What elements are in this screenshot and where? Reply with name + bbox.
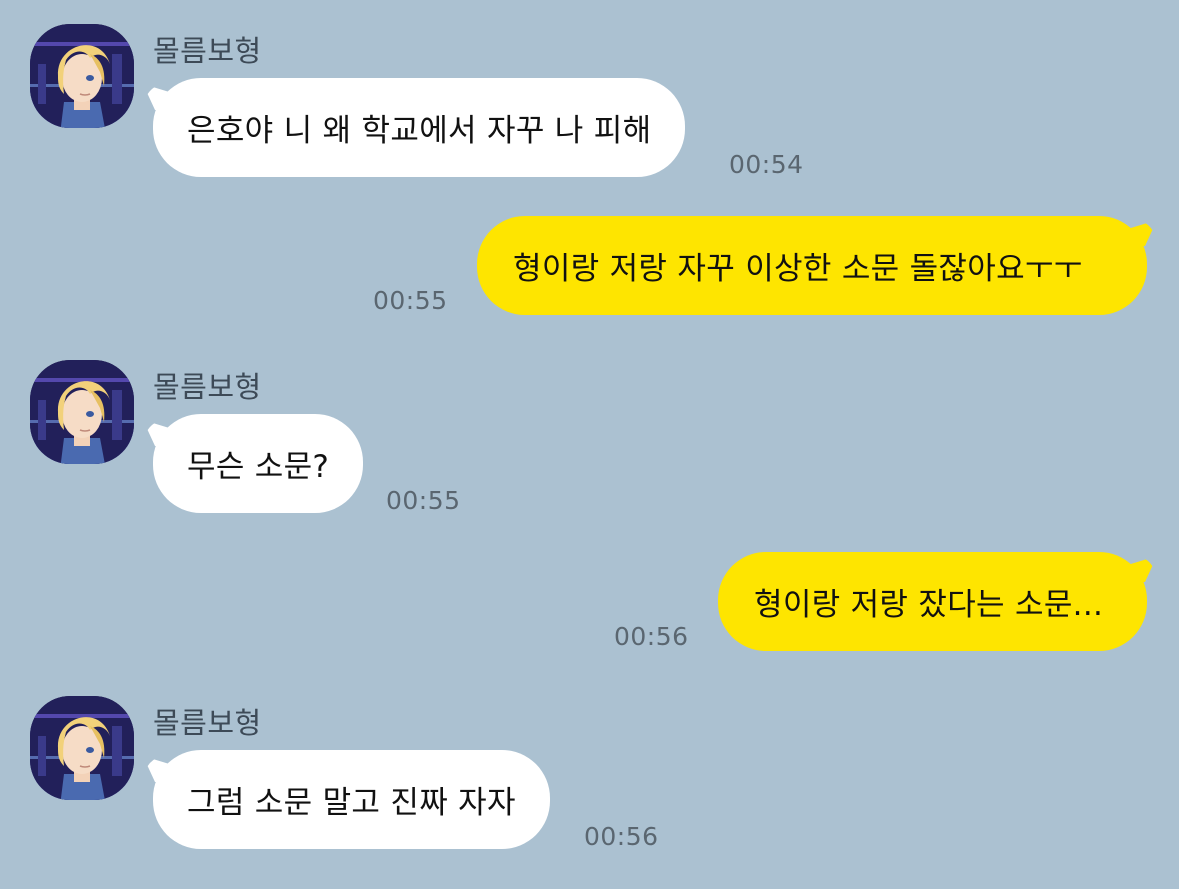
sender-name: 몰름보형 xyxy=(153,34,262,68)
message-bubble[interactable]: 형이랑 저랑 자꾸 이상한 소문 돌잖아요ㅜㅜ xyxy=(477,216,1147,315)
sender-name: 몰름보형 xyxy=(153,370,262,404)
message-text: 그럼 소문 말고 진짜 자자 xyxy=(187,785,516,821)
message-time: 00:54 xyxy=(729,150,804,179)
anime-avatar-icon xyxy=(30,696,134,800)
message-bubble[interactable]: 그럼 소문 말고 진짜 자자 xyxy=(153,750,550,849)
message-time: 00:55 xyxy=(373,286,448,315)
sender-name: 몰름보형 xyxy=(153,706,262,740)
message-bubble[interactable]: 무슨 소문? xyxy=(153,414,364,513)
message-time: 00:56 xyxy=(584,822,659,851)
message-text: 무슨 소문? xyxy=(187,449,330,485)
message-text: 은호야 니 왜 학교에서 자꾸 나 피해 xyxy=(187,113,652,149)
anime-avatar-icon xyxy=(30,360,134,464)
message-bubble[interactable]: 은호야 니 왜 학교에서 자꾸 나 피해 xyxy=(153,78,686,177)
message-text: 형이랑 저랑 잤다는 소문... xyxy=(754,587,1104,623)
chat-view: 몰름보형 은호야 니 왜 학교에서 자꾸 나 피해 00:54 00:55 형이… xyxy=(0,0,1179,889)
message-time: 00:55 xyxy=(386,486,461,515)
message-bubble[interactable]: 형이랑 저랑 잤다는 소문... xyxy=(718,552,1147,651)
sender-avatar[interactable] xyxy=(30,696,134,800)
sender-avatar[interactable] xyxy=(30,24,134,128)
message-text: 형이랑 저랑 자꾸 이상한 소문 돌잖아요ㅜㅜ xyxy=(513,251,1083,287)
sender-avatar[interactable] xyxy=(30,360,134,464)
anime-avatar-icon xyxy=(30,24,134,128)
message-time: 00:56 xyxy=(614,622,689,651)
